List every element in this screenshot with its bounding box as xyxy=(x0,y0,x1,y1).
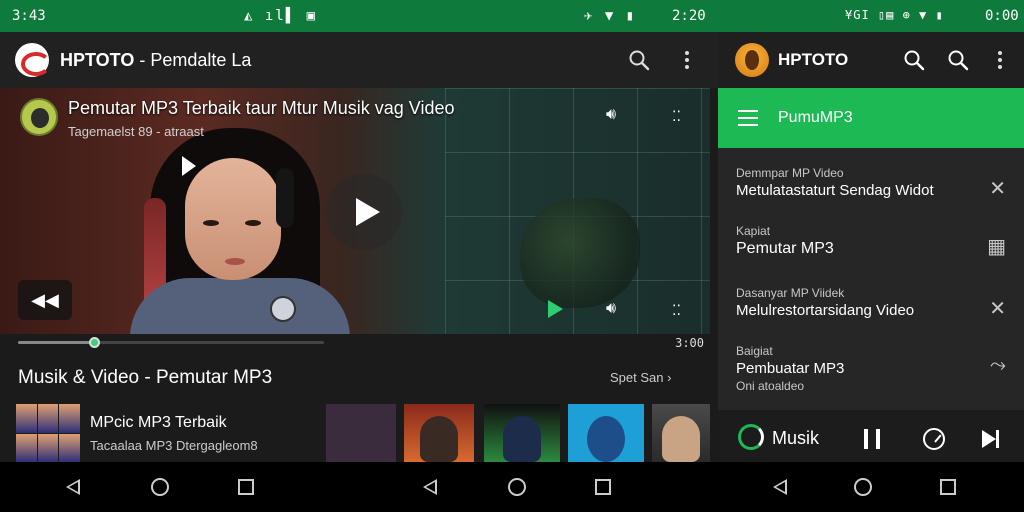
list-item[interactable]: Baigiat Pembuatar MP3 Oni atoaldeo ⤳ xyxy=(718,326,1024,393)
section-title: Musik & Video - Pemutar MP3 xyxy=(18,367,273,388)
status-time-left: 3:43 xyxy=(12,8,46,24)
volume-bottom-icon[interactable]: 🔊︎ xyxy=(606,300,616,318)
list-item-label: Demmpar MP Video xyxy=(736,166,844,180)
progress-fill xyxy=(18,341,95,344)
right-more-options-button[interactable] xyxy=(986,46,1014,74)
progress-knob[interactable] xyxy=(88,337,100,348)
green-play-icon[interactable] xyxy=(548,300,563,318)
menu-icon[interactable] xyxy=(738,110,758,126)
list-item-label: Baigiat xyxy=(736,344,773,358)
close-icon[interactable]: ✕ xyxy=(989,176,1006,201)
status-time-middle: 2:20 xyxy=(672,8,706,24)
right-app-logo[interactable] xyxy=(735,43,769,77)
status-icons-middle: ✈ ▼ ▮ xyxy=(584,8,637,24)
app-bar: HPTOTO - Pemdalte La xyxy=(0,32,718,88)
small-play-icon[interactable] xyxy=(182,156,196,176)
thumbnail-row: MPcic MP3 Terbaik Tacaalaa MP3 Dtergagle… xyxy=(0,404,718,462)
video-plant xyxy=(520,198,640,308)
video-time: 3:00 xyxy=(675,336,704,350)
skip-next-icon[interactable] xyxy=(982,430,999,448)
status-icons-left: ◭ ıl▌ ▣ xyxy=(244,8,318,24)
right-app-bar: HPTOTO xyxy=(718,32,1024,88)
progress-bar[interactable]: 3:00 xyxy=(0,334,718,352)
section-see-all-link[interactable]: Spet San › xyxy=(610,370,671,385)
list-item-label: Dasanyar MP Viidek xyxy=(736,286,845,300)
back-icon[interactable] xyxy=(423,479,437,495)
app-brand: HPTOTO xyxy=(60,50,135,70)
right-search-button[interactable] xyxy=(900,46,928,74)
home-icon[interactable] xyxy=(508,478,526,496)
status-bar: 3:43 ◭ ıl▌ ▣ ✈ ▼ ▮ 2:20 ¥GI ▯▤ ⊕ ▼ ▮ 0:0… xyxy=(0,0,1024,32)
status-time-right: 0:00 xyxy=(985,8,1019,24)
playlist-collage[interactable] xyxy=(16,404,80,462)
rotate-icon[interactable] xyxy=(854,478,872,496)
more-options-button[interactable] xyxy=(673,46,701,74)
list-item-text: Metulatastaturt Sendag Widot xyxy=(736,182,934,199)
list-item[interactable]: Demmpar MP Video Metulatastaturt Sendag … xyxy=(718,148,1024,208)
right-search-button-2[interactable] xyxy=(944,46,972,74)
app-subtitle: - Pemdalte La xyxy=(134,50,252,70)
search-icon xyxy=(629,50,650,71)
thumbnail[interactable] xyxy=(326,404,396,462)
thumbnail[interactable] xyxy=(652,404,710,462)
list-item-text: Pembuatar MP3 xyxy=(736,360,845,377)
thumbnail[interactable] xyxy=(404,404,474,462)
back-icon[interactable] xyxy=(66,479,80,495)
video-presenter xyxy=(130,128,350,334)
search-icon xyxy=(904,50,925,71)
close-icon[interactable]: ✕ xyxy=(989,296,1006,321)
featured-title[interactable]: MPcic MP3 Terbaik xyxy=(90,414,227,432)
right-app-window: HPTOTO PumuMP3 Demmpar MP Video Metulata… xyxy=(718,32,1024,462)
navigation-bar xyxy=(0,462,1024,512)
search-button[interactable] xyxy=(625,46,653,74)
music-logo-icon xyxy=(738,424,764,450)
featured-subtitle: Tacaalaa MP3 Dtergagleom8 xyxy=(90,438,258,453)
list-item-text: Pemutar MP3 xyxy=(736,240,834,257)
channel-avatar[interactable] xyxy=(20,98,58,136)
right-green-title: PumuMP3 xyxy=(778,109,853,126)
recents-icon[interactable] xyxy=(595,479,611,495)
list-item-extra: Oni atoaldeo xyxy=(736,379,805,393)
pause-icon[interactable] xyxy=(864,429,880,449)
list-item-text: Melulrestortarsidang Video xyxy=(736,302,915,319)
app-title: HPTOTO - Pemdalte La xyxy=(60,50,251,71)
video-player[interactable]: Pemutar MP3 Terbaik taur Mtur Musik vag … xyxy=(0,88,710,334)
rewind-icon: ◀◀ xyxy=(31,289,59,310)
recents-icon[interactable] xyxy=(238,479,254,495)
rewind-button[interactable]: ◀◀ xyxy=(18,280,72,320)
home-icon[interactable] xyxy=(151,478,169,496)
search-icon xyxy=(948,50,969,71)
list-item-label: Kapiat xyxy=(736,224,771,238)
video-subtitle: Tagemaelst 89 - atraast xyxy=(68,124,204,139)
video-title: Pemutar MP3 Terbaik taur Mtur Musik vag … xyxy=(68,98,455,118)
status-icons-right: ¥GI ▯▤ ⊕ ▼ ▮ xyxy=(845,8,944,22)
play-button[interactable] xyxy=(326,174,402,250)
progress-track[interactable] xyxy=(18,337,324,348)
right-app-title: HPTOTO xyxy=(778,50,849,69)
back-icon[interactable] xyxy=(773,479,787,495)
thumbnail[interactable] xyxy=(568,404,644,462)
shuffle-icon[interactable]: ⤳ xyxy=(990,354,1006,377)
fullscreen-icon[interactable]: ⁚⁚ xyxy=(672,108,681,125)
left-app-window: HPTOTO - Pemdalte La Pemutar MP3 Terbaik… xyxy=(0,32,718,462)
volume-icon[interactable]: 🔊︎ xyxy=(606,106,616,124)
app-logo[interactable] xyxy=(15,43,51,77)
recents-icon[interactable] xyxy=(940,479,956,495)
thumbnail[interactable] xyxy=(484,404,560,462)
mini-player-label: Musik xyxy=(772,428,820,448)
mini-player[interactable]: Musik xyxy=(718,410,1024,462)
grid-icon[interactable]: ▦ xyxy=(987,234,1006,259)
expand-icon[interactable]: ⁚⁚ xyxy=(672,302,681,319)
list-item[interactable]: Dasanyar MP Viidek Melulrestortarsidang … xyxy=(718,268,1024,328)
list-item[interactable]: Kapiat Pemutar MP3 ▦ xyxy=(718,206,1024,266)
speed-icon[interactable] xyxy=(923,428,945,450)
right-green-header: PumuMP3 xyxy=(718,88,1024,148)
